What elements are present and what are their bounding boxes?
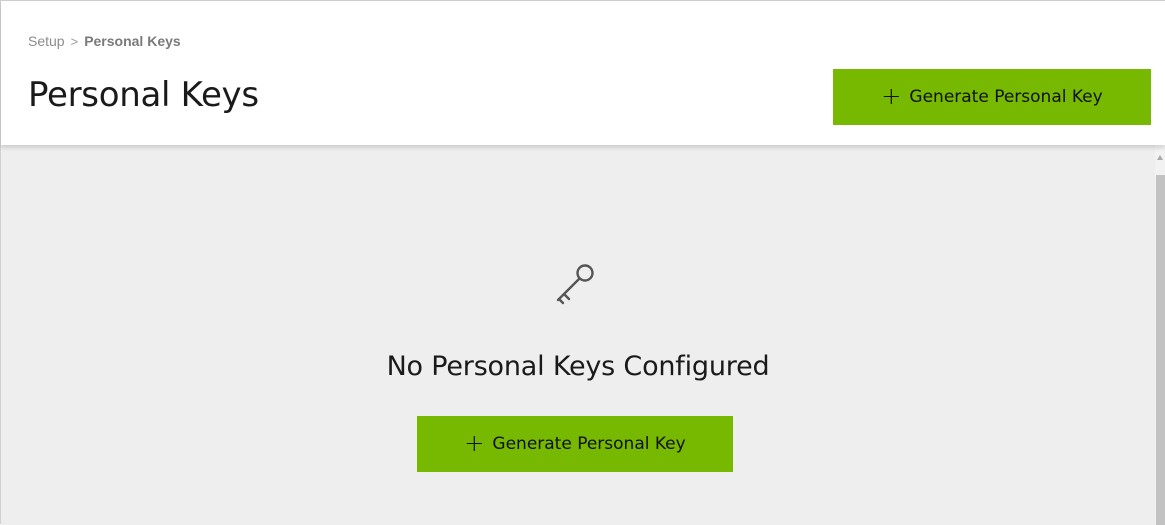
empty-state-generate-key-label: Generate Personal Key — [492, 434, 686, 454]
key-icon — [556, 264, 594, 305]
generate-personal-key-label: Generate Personal Key — [909, 87, 1103, 107]
vertical-scrollbar[interactable] — [1155, 145, 1165, 525]
empty-state-title: No Personal Keys Configured — [386, 351, 770, 382]
scrollbar-thumb[interactable] — [1156, 175, 1165, 525]
generate-personal-key-button[interactable]: + Generate Personal Key — [833, 69, 1151, 125]
breadcrumb: Setup > Personal Keys — [28, 33, 181, 49]
breadcrumb-link-setup[interactable]: Setup — [28, 33, 65, 49]
plus-icon: + — [464, 429, 485, 457]
page-title: Personal Keys — [28, 75, 259, 115]
empty-state-generate-key-button[interactable]: + Generate Personal Key — [417, 416, 733, 472]
app-frame: Setup > Personal Keys Personal Keys + Ge… — [0, 0, 1165, 525]
scroll-up-arrow-icon[interactable] — [1157, 155, 1163, 160]
breadcrumb-separator-icon: > — [70, 33, 79, 49]
page-header: Setup > Personal Keys Personal Keys + Ge… — [1, 1, 1165, 145]
breadcrumb-current: Personal Keys — [84, 33, 181, 49]
plus-icon: + — [881, 82, 902, 110]
